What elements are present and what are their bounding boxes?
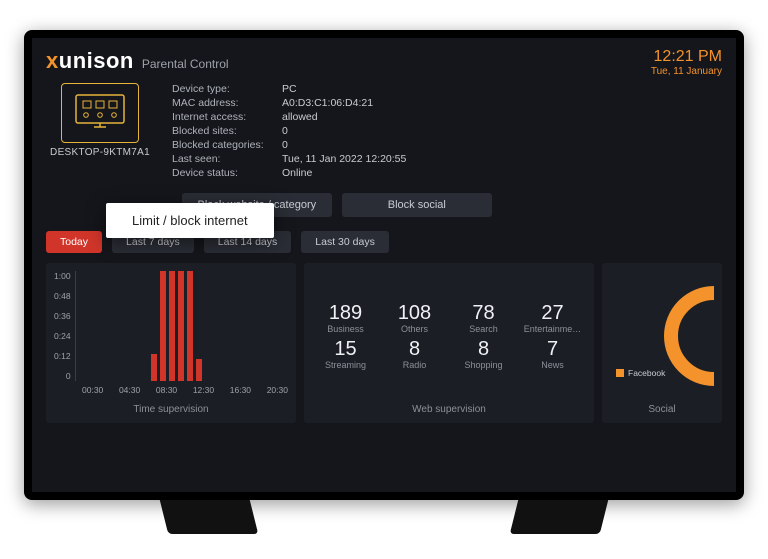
web-category[interactable]: 108Others: [381, 302, 448, 334]
device-status-value: Online: [282, 167, 406, 179]
web-count: 27: [519, 302, 586, 324]
limit-block-tooltip: Limit / block internet: [106, 203, 274, 238]
panels: 1:00 0:48 0:36 0:24 0:12 0 00:30 04:30 08:30 12:…: [46, 263, 722, 423]
time-chart: 1:00 0:48 0:36 0:24 0:12 0: [54, 271, 288, 381]
x-tick: 16:30: [230, 385, 251, 395]
social-legend: Facebook: [616, 368, 665, 378]
time-bar: [178, 271, 184, 381]
legend-swatch-icon: [616, 369, 624, 377]
web-label: Entertainme…: [519, 324, 586, 334]
last-seen-label: Last seen:: [172, 153, 282, 165]
device-type-value: PC: [282, 83, 406, 95]
mac-label: MAC address:: [172, 97, 282, 109]
x-tick: 12:30: [193, 385, 214, 395]
blocked-sites-value: 0: [282, 125, 406, 137]
time-bar: [151, 354, 157, 382]
web-category[interactable]: 8Radio: [381, 338, 448, 370]
time-bar: [187, 271, 193, 381]
logo-x: x: [46, 48, 59, 73]
web-category[interactable]: 7News: [519, 338, 586, 370]
web-category[interactable]: 189Business: [312, 302, 379, 334]
web-count: 108: [381, 302, 448, 324]
y-tick: 1:00: [54, 271, 71, 281]
pc-icon: [61, 83, 139, 143]
web-count: 15: [312, 338, 379, 360]
device-row: DESKTOP-9KTM7A1 Device type: PC MAC addr…: [46, 83, 722, 179]
block-social-button[interactable]: Block social: [342, 193, 492, 217]
blocked-categories-value: 0: [282, 139, 406, 151]
x-tick: 20:30: [267, 385, 288, 395]
internet-access-value: allowed: [282, 111, 406, 123]
logo: xunison: [46, 48, 134, 74]
web-category[interactable]: 78Search: [450, 302, 517, 334]
y-tick: 0:24: [54, 331, 71, 341]
web-label: Search: [450, 324, 517, 334]
social-panel-title: Social: [610, 400, 714, 415]
mac-value: A0:D3:C1:06:D4:21: [282, 97, 406, 109]
y-tick: 0:36: [54, 311, 71, 321]
logo-text: unison: [59, 48, 134, 73]
device-type-label: Device type:: [172, 83, 282, 95]
web-category[interactable]: 27Entertainme…: [519, 302, 586, 334]
tab-30-days[interactable]: Last 30 days: [301, 231, 389, 253]
web-label: Others: [381, 324, 448, 334]
blocked-sites-label: Blocked sites:: [172, 125, 282, 137]
web-count: 8: [450, 338, 517, 360]
time-chart-y-axis: 1:00 0:48 0:36 0:24 0:12 0: [54, 271, 71, 381]
last-seen-value: Tue, 11 Jan 2022 12:20:55: [282, 153, 406, 165]
web-count: 7: [519, 338, 586, 360]
x-tick: 04:30: [119, 385, 140, 395]
time-bar: [160, 271, 166, 381]
time-bar: [196, 359, 202, 381]
x-tick: 08:30: [156, 385, 177, 395]
web-grid: 189Business108Others78Search27Entertainm…: [312, 271, 586, 400]
web-label: Streaming: [312, 360, 379, 370]
tab-today[interactable]: Today: [46, 231, 102, 253]
brand: xunison Parental Control: [46, 48, 229, 74]
blocked-categories-label: Blocked categories:: [172, 139, 282, 151]
tv-frame: xunison Parental Control 12:21 PM Tue, 1…: [24, 30, 744, 500]
social-panel: Facebook Social: [602, 263, 722, 423]
breadcrumb: Parental Control: [142, 57, 229, 71]
time-bar: [169, 271, 175, 381]
web-category[interactable]: 15Streaming: [312, 338, 379, 370]
time-supervision-panel: 1:00 0:48 0:36 0:24 0:12 0 00:30 04:30 08:30 12:…: [46, 263, 296, 423]
time-chart-bars: [75, 271, 292, 381]
time-chart-x-axis: 00:30 04:30 08:30 12:30 16:30 20:30: [54, 385, 288, 395]
y-tick: 0:12: [54, 351, 71, 361]
device-name: DESKTOP-9KTM7A1: [46, 147, 154, 158]
web-label: Shopping: [450, 360, 517, 370]
web-count: 78: [450, 302, 517, 324]
clock-date: Tue, 11 January: [651, 66, 722, 77]
web-label: News: [519, 360, 586, 370]
social-donut-chart: [664, 286, 714, 386]
internet-access-label: Internet access:: [172, 111, 282, 123]
device-status-label: Device status:: [172, 167, 282, 179]
social-legend-label: Facebook: [628, 368, 665, 378]
web-count: 8: [381, 338, 448, 360]
web-supervision-panel: 189Business108Others78Search27Entertainm…: [304, 263, 594, 423]
clock: 12:21 PM Tue, 11 January: [651, 48, 722, 77]
screen: xunison Parental Control 12:21 PM Tue, 1…: [32, 38, 736, 492]
device-info-table: Device type: PC MAC address: A0:D3:C1:06…: [172, 83, 406, 179]
clock-time: 12:21 PM: [651, 48, 722, 66]
time-panel-title: Time supervision: [54, 400, 288, 415]
actions-row: Limit / block internet Block website / c…: [46, 193, 722, 217]
y-tick: 0: [54, 371, 71, 381]
social-body: Facebook: [610, 271, 714, 400]
device-box[interactable]: DESKTOP-9KTM7A1: [46, 83, 154, 179]
y-tick: 0:48: [54, 291, 71, 301]
header: xunison Parental Control 12:21 PM Tue, 1…: [46, 48, 722, 77]
web-category[interactable]: 8Shopping: [450, 338, 517, 370]
web-label: Radio: [381, 360, 448, 370]
web-label: Business: [312, 324, 379, 334]
web-count: 189: [312, 302, 379, 324]
x-tick: 00:30: [82, 385, 103, 395]
web-panel-title: Web supervision: [312, 400, 586, 415]
